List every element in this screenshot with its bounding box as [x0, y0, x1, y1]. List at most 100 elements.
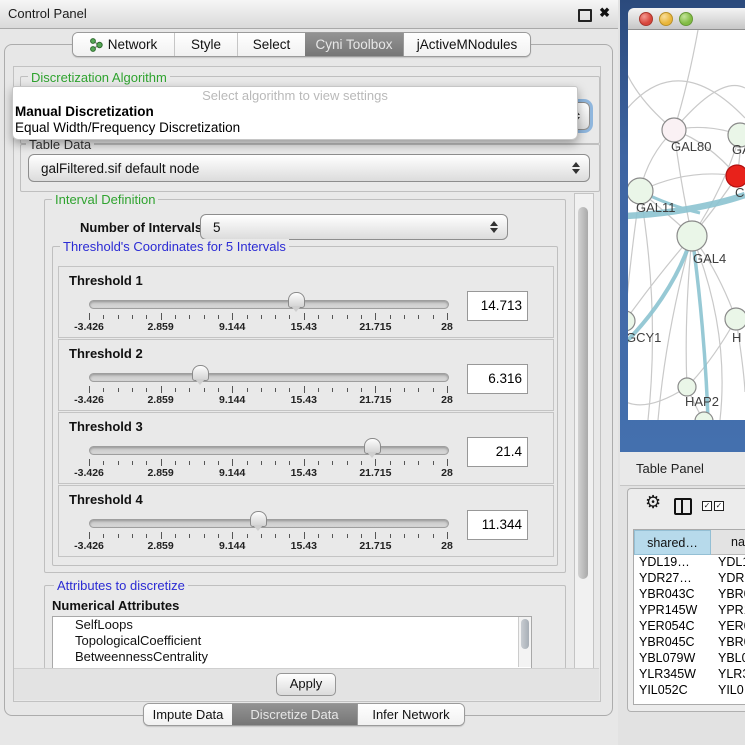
minimize-traffic-light-icon[interactable]: [659, 12, 673, 26]
slider-track[interactable]: [89, 519, 449, 528]
table-cell[interactable]: YER054C: [634, 619, 711, 635]
list-item[interactable]: BetweennessCentrality: [53, 649, 531, 665]
column-header-name[interactable]: na: [711, 530, 745, 555]
checkbox-icon[interactable]: ✓: [702, 501, 712, 511]
network-node-label: C: [735, 185, 744, 200]
network-node[interactable]: [725, 308, 745, 330]
numerical-attributes-label: Numerical Attributes: [52, 598, 179, 613]
scrollbar-thumb[interactable]: [521, 619, 529, 649]
tab-discretize-data[interactable]: Discretize Data: [232, 704, 357, 725]
table-row[interactable]: YDL19…YDL1: [634, 555, 745, 571]
network-node-label: HAP2: [685, 394, 719, 409]
table-cell[interactable]: YDR27…: [634, 571, 711, 587]
threshold-value-field[interactable]: 11.344: [467, 510, 528, 540]
table-row[interactable]: YDR27…YDR2: [634, 571, 745, 587]
network-node-label: GAL4: [693, 251, 726, 266]
network-node[interactable]: [628, 311, 635, 331]
close-icon[interactable]: ✖: [599, 5, 610, 21]
slider-thumb[interactable]: [288, 292, 305, 308]
table-cell[interactable]: YBR045C: [634, 635, 711, 651]
control-panel-titlebar: Control Panel ✖: [0, 0, 618, 29]
network-node[interactable]: [695, 412, 713, 420]
tab-impute-data[interactable]: Impute Data: [144, 704, 232, 725]
table-cell[interactable]: YBL0: [711, 651, 745, 667]
network-node[interactable]: [726, 165, 745, 187]
slider-thumb[interactable]: [364, 438, 381, 454]
list-item[interactable]: TopologicalCoefficient: [53, 633, 531, 649]
close-traffic-light-icon[interactable]: [639, 12, 653, 26]
tab-select[interactable]: Select: [237, 33, 305, 56]
network-node-label: GAL11: [636, 200, 676, 215]
threshold-row: Threshold 4 -3.4262.8599.14415.4321.7152…: [58, 485, 554, 557]
checkbox-icon[interactable]: ✓: [714, 501, 724, 511]
table-cell[interactable]: YBR0: [711, 587, 745, 603]
table-cell[interactable]: YLR345W: [634, 667, 711, 683]
float-window-icon[interactable]: [578, 9, 592, 22]
tab-style[interactable]: Style: [174, 33, 237, 56]
table-data-value: galFiltered.sif default node: [29, 161, 571, 176]
tab-jactivemnodules[interactable]: jActiveMNodules: [403, 33, 530, 56]
threshold-value-field[interactable]: 21.4: [467, 437, 528, 467]
table-cell[interactable]: YER0: [711, 619, 745, 635]
algorithm-dropdown-popup: Select algorithm to view settings Manual…: [12, 86, 578, 140]
network-canvas[interactable]: GAL80GACGAL11GAL4GCY1HHAP2: [628, 30, 745, 420]
settings-vertical-scrollbar[interactable]: [574, 193, 594, 670]
table-row[interactable]: YBR043CYBR0: [634, 587, 745, 603]
threshold-value-field[interactable]: 14.713: [467, 291, 528, 321]
table-cell[interactable]: YBL079W: [634, 651, 711, 667]
zoom-traffic-light-icon[interactable]: [679, 12, 693, 26]
slider-ticks: [89, 313, 447, 321]
tab-cyni-toolbox[interactable]: Cyni Toolbox: [305, 33, 403, 56]
table-cell[interactable]: YLR3: [711, 667, 745, 683]
numerical-attributes-list: SelfLoops TopologicalCoefficient Between…: [52, 616, 532, 669]
column-header-shared-name[interactable]: shared…: [634, 530, 711, 555]
table-cell[interactable]: YPR145W: [634, 603, 711, 619]
table-row[interactable]: YER054CYER0: [634, 619, 745, 635]
table-cell[interactable]: YPR1: [711, 603, 745, 619]
slider-tick-labels: -3.4262.8599.14415.4321.71528: [89, 394, 447, 406]
table-data-combo[interactable]: galFiltered.sif default node: [28, 154, 590, 182]
attributes-list-scrollbar[interactable]: [518, 617, 531, 667]
table-row[interactable]: YIL052CYIL0: [634, 683, 745, 699]
slider-track[interactable]: [89, 446, 449, 455]
tab-network[interactable]: Network: [73, 33, 174, 56]
slider-thumb[interactable]: [192, 365, 209, 381]
table-cell[interactable]: YDL19…: [634, 555, 711, 571]
slider-track[interactable]: [89, 300, 449, 309]
slider-track[interactable]: [89, 373, 449, 382]
table-row[interactable]: YPR145WYPR1: [634, 603, 745, 619]
slider-thumb[interactable]: [250, 511, 267, 527]
node-table: shared… na YDL19…YDL1YDR27…YDR2YBR043CYB…: [633, 529, 745, 705]
table-row[interactable]: YLR345WYLR3: [634, 667, 745, 683]
network-node[interactable]: [677, 221, 707, 251]
apply-button[interactable]: Apply: [276, 673, 336, 696]
table-row[interactable]: YBL079WYBL0: [634, 651, 745, 667]
table-body: YDL19…YDL1YDR27…YDR2YBR043CYBR0YPR145WYP…: [634, 555, 745, 699]
threshold-row: Threshold 2 -3.4262.8599.14415.4321.7152…: [58, 339, 554, 411]
table-cell[interactable]: YBR0: [711, 635, 745, 651]
algorithm-option-manual[interactable]: Manual Discretization: [13, 104, 577, 120]
table-cell[interactable]: YDL1: [711, 555, 745, 571]
network-window-titlebar[interactable]: [628, 8, 745, 30]
tab-infer-network[interactable]: Infer Network: [357, 704, 464, 725]
table-cell[interactable]: YDR2: [711, 571, 745, 587]
network-node-label: H: [732, 330, 741, 345]
gear-icon[interactable]: ⚙: [645, 492, 661, 513]
table-row[interactable]: YBR045CYBR0: [634, 635, 745, 651]
attributes-group-title: Attributes to discretize: [54, 578, 188, 593]
scrollbar-thumb[interactable]: [578, 207, 588, 579]
table-cell[interactable]: YBR043C: [634, 587, 711, 603]
panel-title: Control Panel: [8, 6, 87, 21]
table-cell[interactable]: YIL052C: [634, 683, 711, 699]
tab-network-label: Network: [108, 37, 158, 52]
discretization-algorithm-title: Discretization Algorithm: [28, 70, 170, 85]
table-cell[interactable]: YIL0: [711, 683, 745, 699]
threshold-value-field[interactable]: 6.316: [467, 364, 528, 394]
thresholds-group-title: Threshold's Coordinates for 5 Intervals: [60, 239, 289, 254]
combo-stepper-icon: [571, 162, 580, 174]
bottom-tab-bar: Impute Data Discretize Data Infer Networ…: [143, 703, 465, 726]
list-item[interactable]: SelfLoops: [53, 617, 531, 633]
algorithm-option-equal-width[interactable]: Equal Width/Frequency Discretization: [13, 120, 577, 136]
split-view-icon[interactable]: [674, 498, 692, 515]
number-of-intervals-combo[interactable]: 5: [200, 214, 508, 240]
